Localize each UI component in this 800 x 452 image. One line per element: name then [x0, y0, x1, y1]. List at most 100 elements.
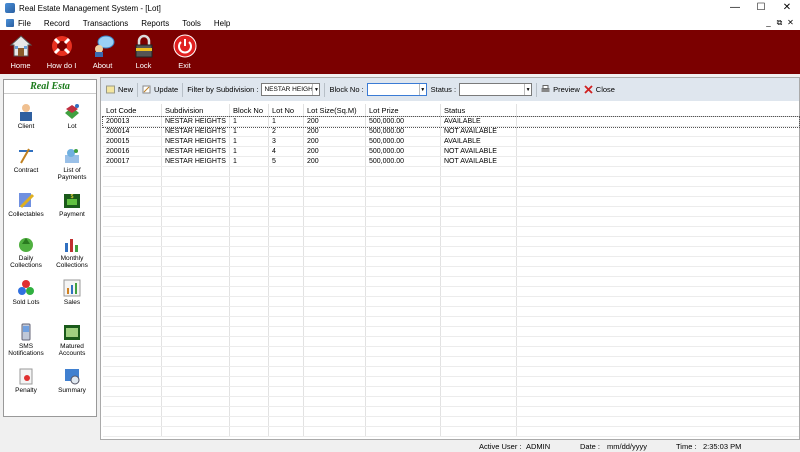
how-do-i-button[interactable]: How do I	[41, 30, 82, 74]
menu-record[interactable]: Record	[44, 19, 70, 28]
preview-button[interactable]: Preview	[541, 85, 580, 94]
minimize-button[interactable]: —	[722, 0, 748, 16]
title-bar: Real Estate Management System - [Lot] — …	[0, 0, 800, 16]
empty-cell	[230, 387, 269, 396]
column-header[interactable]: Subdivision	[162, 104, 230, 116]
empty-cell	[103, 277, 162, 286]
table-cell: 200016	[103, 147, 162, 156]
empty-cell	[162, 307, 230, 316]
empty-cell	[441, 357, 517, 366]
sidebar-item-summary[interactable]: Summary	[50, 367, 94, 394]
empty-cell	[304, 337, 366, 346]
sidebar-item-sales[interactable]: Sales	[50, 279, 94, 306]
table-row[interactable]: 200016 NESTAR HEIGHTS 1 4 200 500,000.00 NOT A…	[103, 147, 799, 157]
column-header[interactable]: Lot No	[269, 104, 304, 116]
empty-cell	[304, 357, 366, 366]
toolbar-separator	[324, 82, 326, 97]
empty-cell	[162, 337, 230, 346]
column-header[interactable]: Status	[441, 104, 517, 116]
empty-cell	[162, 417, 230, 426]
column-header[interactable]: Lot Code	[103, 104, 162, 116]
padlock-icon	[135, 34, 152, 58]
empty-cell	[304, 347, 366, 356]
empty-cell	[162, 237, 230, 246]
table-header: Lot Code Subdivision Block No Lot No Lot…	[103, 104, 799, 117]
sidebar-item-matured-accounts[interactable]: Matured Accounts	[50, 323, 94, 357]
maximize-button[interactable]: ☐	[748, 0, 774, 16]
empty-cell	[366, 337, 441, 346]
status-select[interactable]: ▼	[459, 83, 533, 96]
table-cell: 3	[269, 137, 304, 146]
empty-cell	[441, 237, 517, 246]
empty-cell	[366, 367, 441, 376]
sidebar-item-collectables[interactable]: Collectables	[4, 191, 48, 218]
mdi-child-icon[interactable]	[6, 19, 14, 27]
table-row[interactable]: 200013 NESTAR HEIGHTS 1 1 200 500,000.00 AVAIL…	[102, 116, 800, 128]
table-row[interactable]: 200015 NESTAR HEIGHTS 1 3 200 500,000.00 AVAIL…	[103, 137, 799, 147]
empty-cell	[103, 347, 162, 356]
empty-cell	[366, 247, 441, 256]
sidebar-item-sold-lots[interactable]: Sold Lots	[4, 279, 48, 306]
close-button[interactable]: Close	[584, 85, 615, 94]
lock-button[interactable]: Lock	[123, 30, 164, 74]
lifebuoy-icon	[51, 36, 72, 56]
sidebar-item-monthly-collections[interactable]: Monthly Collections	[50, 235, 94, 269]
subdivision-filter-select[interactable]: NESTAR HEIGH ▼	[261, 83, 321, 96]
sidebar-item-client[interactable]: Client	[4, 103, 48, 130]
sidebar-item-daily-collections[interactable]: Daily Collections	[4, 235, 48, 269]
close-window-button[interactable]: ✕	[774, 0, 800, 16]
exit-button[interactable]: Exit	[164, 30, 205, 74]
sidebar-item-sms-notifications[interactable]: SMS Notifications	[4, 323, 48, 357]
table-cell: 200013	[103, 117, 162, 126]
empty-cell	[230, 297, 269, 306]
menu-help[interactable]: Help	[214, 19, 230, 28]
table-row[interactable]: 200017 NESTAR HEIGHTS 1 5 200 500,000.00 NOT A…	[103, 157, 799, 167]
sidebar-item-penalty[interactable]: Penalty	[4, 367, 48, 394]
about-button[interactable]: About	[82, 30, 123, 74]
empty-cell	[269, 427, 304, 436]
mdi-close-button[interactable]: ✕	[785, 16, 796, 30]
main-toolbar: Home How do I About Lock Exit	[0, 30, 800, 74]
empty-cell	[304, 297, 366, 306]
new-button[interactable]: New	[106, 85, 133, 94]
column-header[interactable]: Block No	[230, 104, 269, 116]
empty-cell	[304, 187, 366, 196]
column-header[interactable]: Lot Size(Sq.M)	[304, 104, 366, 116]
empty-cell	[230, 247, 269, 256]
menu-reports[interactable]: Reports	[141, 19, 169, 28]
empty-row	[103, 237, 799, 247]
empty-cell	[162, 247, 230, 256]
empty-cell	[304, 407, 366, 416]
menu-tools[interactable]: Tools	[182, 19, 201, 28]
empty-cell	[103, 227, 162, 236]
sidebar-item-list-of-payments[interactable]: List of Payments	[50, 147, 94, 181]
lot-table: Lot Code Subdivision Block No Lot No Lot…	[102, 104, 800, 440]
empty-cell	[366, 397, 441, 406]
empty-cell	[230, 187, 269, 196]
menu-file[interactable]: File	[18, 19, 31, 28]
empty-cell	[230, 337, 269, 346]
menu-transactions[interactable]: Transactions	[83, 19, 129, 28]
sidebar-item-payment[interactable]: $ Payment	[50, 191, 94, 218]
table-row[interactable]: 200014 NESTAR HEIGHTS 1 2 200 500,000.00 NOT A…	[103, 127, 799, 137]
toolbar-separator	[182, 82, 184, 97]
empty-cell	[162, 277, 230, 286]
sidebar-item-contract[interactable]: Contract	[4, 147, 48, 174]
empty-cell	[230, 427, 269, 436]
empty-cell	[162, 257, 230, 266]
empty-cell	[269, 357, 304, 366]
block-no-select[interactable]: ▼	[366, 83, 427, 96]
table-cell: NESTAR HEIGHTS	[162, 157, 230, 166]
empty-cell	[366, 327, 441, 336]
mdi-minimize-button[interactable]: _	[763, 16, 774, 30]
empty-cell	[162, 327, 230, 336]
home-button[interactable]: Home	[0, 30, 41, 74]
monthly-collections-icon	[65, 239, 78, 252]
empty-cell	[103, 417, 162, 426]
sidebar-item-lot[interactable]: Lot	[50, 103, 94, 130]
column-header[interactable]: Lot Prize	[366, 104, 441, 116]
update-button[interactable]: Update	[142, 85, 178, 94]
mdi-restore-button[interactable]: ⧉	[774, 16, 785, 30]
empty-cell	[366, 257, 441, 266]
empty-cell	[304, 397, 366, 406]
